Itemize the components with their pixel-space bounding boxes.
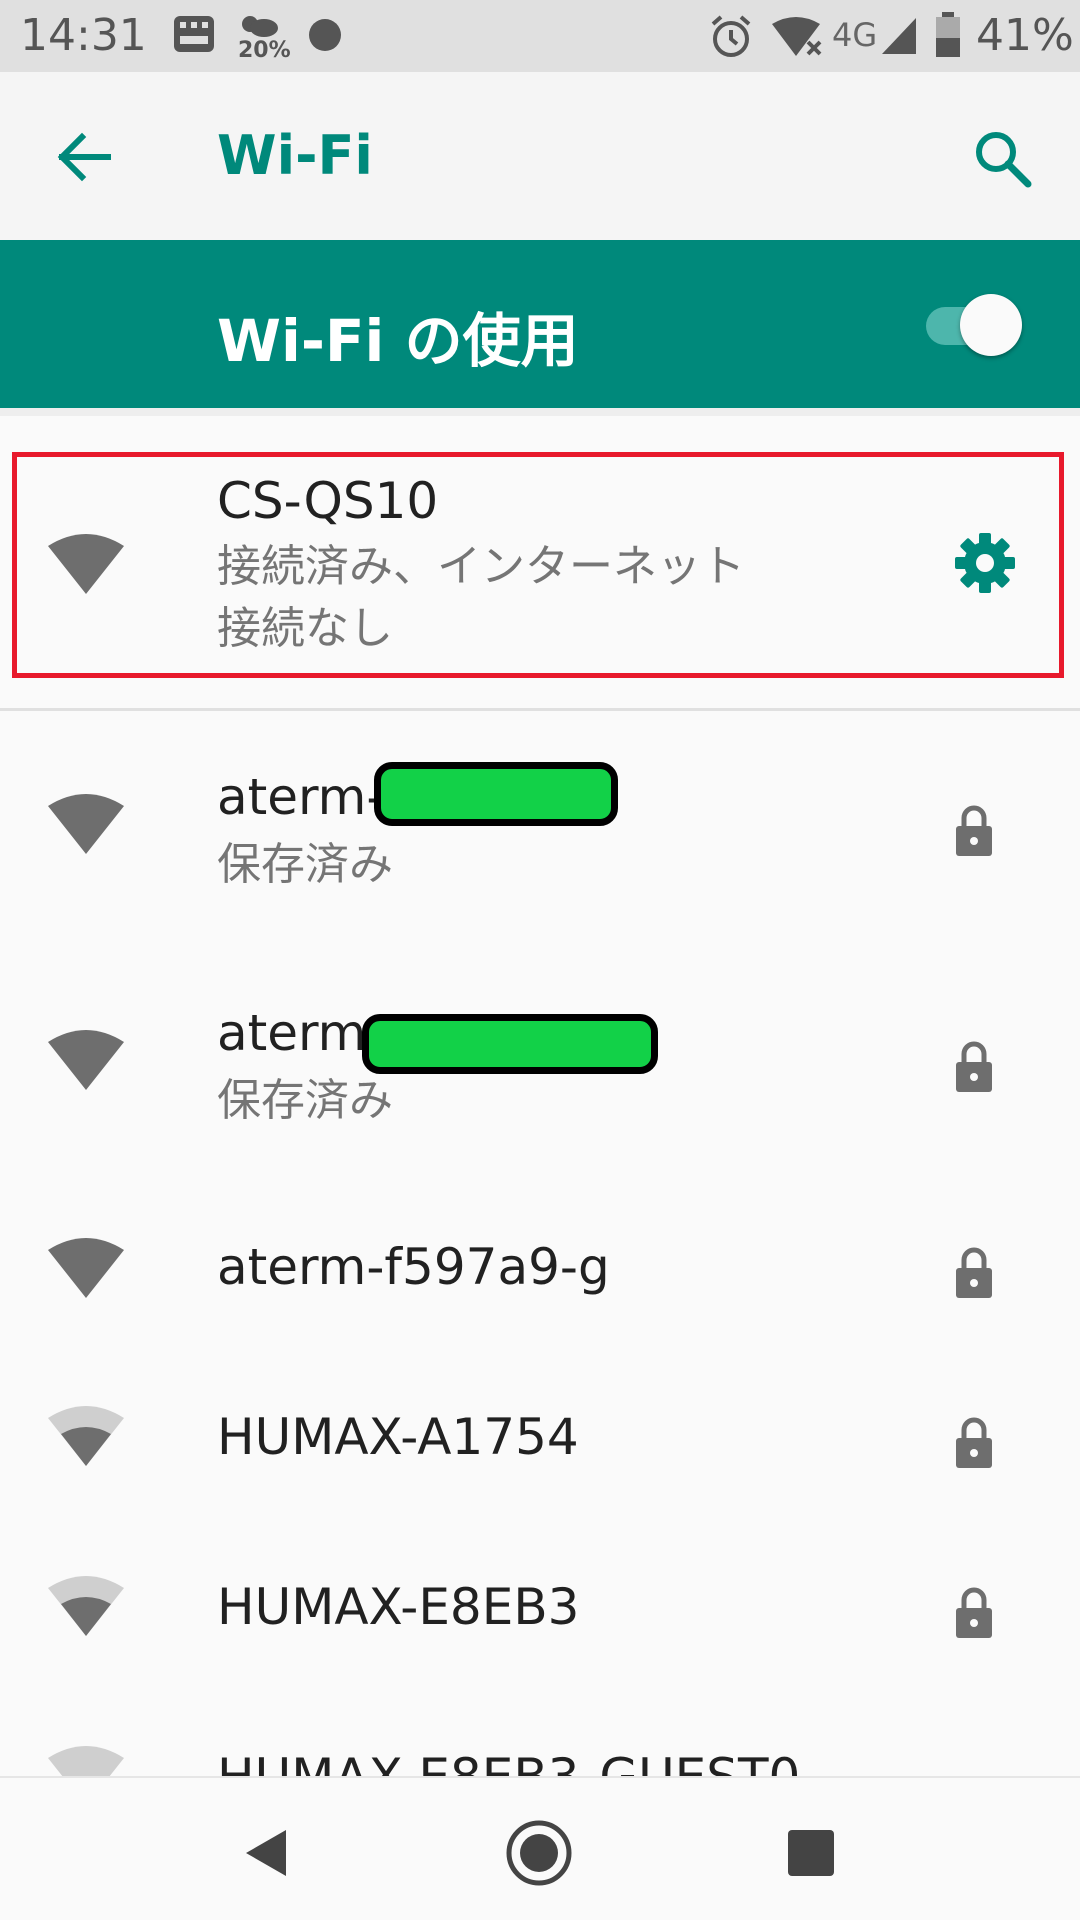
dot-icon [309, 19, 341, 51]
network-row-humax-e8eb3[interactable]: HUMAX-E8EB3 [0, 1550, 1080, 1720]
status-bar: 14:31 20% 4G 41% [0, 0, 1080, 72]
rakuma-app-icon [174, 16, 214, 52]
wifi-signal-full-icon [48, 1030, 124, 1090]
network-name: HUMAX-E8EB3 [217, 1578, 580, 1636]
status-time: 14:31 [20, 10, 147, 61]
alarm-icon [711, 15, 751, 57]
rain-percent: 20% [238, 38, 291, 63]
network-row-aterm-f597a9-g[interactable]: aterm-f597a9-g [0, 1210, 1080, 1380]
network-status: 保存済み [217, 839, 393, 890]
network-status: 保存済み [217, 1075, 393, 1126]
wifi-signal-medium-icon [48, 1576, 124, 1636]
signal-icon [882, 18, 916, 54]
highlight-annotation [12, 452, 1064, 678]
wifi-signal-full-icon [48, 794, 124, 854]
divider [0, 708, 1080, 711]
nav-recents-icon[interactable] [776, 1818, 846, 1888]
divider [0, 408, 1080, 416]
network-row-humax-e8eb3-guest0[interactable]: HUMAX-E8EB3-GUEST0 [0, 1720, 1080, 1776]
network-row-humax-a1754[interactable]: HUMAX-A1754 [0, 1380, 1080, 1550]
wifi-master-switch-bar[interactable]: Wi-Fi の使用 [0, 240, 1080, 408]
network-name: aterm [217, 1004, 367, 1062]
lock-icon [956, 1587, 992, 1638]
network-name: aterm-f597a9-g [217, 1238, 610, 1296]
wifi-signal-full-icon [48, 1238, 124, 1298]
lock-icon [956, 1041, 992, 1092]
redaction-mark [362, 1014, 658, 1074]
network-name: HUMAX-E8EB3-GUEST0 [217, 1748, 800, 1776]
network-name: HUMAX-A1754 [217, 1408, 579, 1466]
lock-icon [956, 1417, 992, 1468]
lock-icon [956, 805, 992, 856]
arrow-back-icon[interactable] [46, 122, 126, 192]
nav-home-icon[interactable] [504, 1818, 574, 1888]
battery-icon [936, 12, 960, 57]
network-name: aterm- [217, 768, 385, 826]
lock-icon [956, 1247, 992, 1298]
toggle-thumb [960, 294, 1022, 356]
weather-icon [242, 16, 278, 37]
wifi-signal-weak-icon [48, 1746, 124, 1776]
nav-back-icon[interactable] [234, 1818, 304, 1888]
wifi-signal-medium-icon [48, 1406, 124, 1466]
redaction-mark [374, 762, 618, 826]
system-nav-bar [0, 1776, 1080, 1920]
network-type: 4G [832, 16, 878, 54]
wifi-no-internet-icon [772, 17, 822, 56]
search-icon[interactable] [968, 124, 1038, 194]
app-bar: Wi-Fi [0, 72, 1080, 240]
battery-percent: 41% [976, 10, 1074, 61]
page-title: Wi-Fi [217, 124, 373, 187]
wifi-toggle-switch[interactable] [926, 294, 1026, 356]
wifi-switch-label: Wi-Fi の使用 [217, 307, 579, 375]
network-row-aterm-2[interactable]: aterm 保存済み [0, 976, 1080, 1196]
